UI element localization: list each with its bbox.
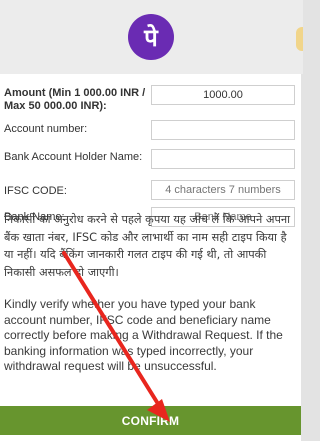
holder-name-input[interactable] xyxy=(151,149,295,169)
amount-input[interactable] xyxy=(151,85,295,105)
confirm-button[interactable]: CONFIRM xyxy=(0,406,301,435)
amount-label: Amount (Min 1 000.00 INR / Max 50 000.00… xyxy=(4,87,146,112)
header: पे xyxy=(0,0,303,74)
holder-name-label: Bank Account Holder Name: xyxy=(4,151,143,163)
side-tab[interactable] xyxy=(296,27,303,51)
logo-glyph: पे xyxy=(144,23,158,52)
hindi-notice: निकासी का अनुरोध करने से पहले कृपया यह ज… xyxy=(4,213,291,279)
phonepe-logo-icon: पे xyxy=(128,14,174,60)
account-number-label: Account number: xyxy=(4,123,88,135)
account-number-input[interactable] xyxy=(151,120,295,140)
ifsc-label: IFSC CODE: xyxy=(4,185,67,197)
ifsc-input[interactable] xyxy=(151,180,295,200)
english-notice: Kindly verify whether you have typed you… xyxy=(4,297,283,373)
